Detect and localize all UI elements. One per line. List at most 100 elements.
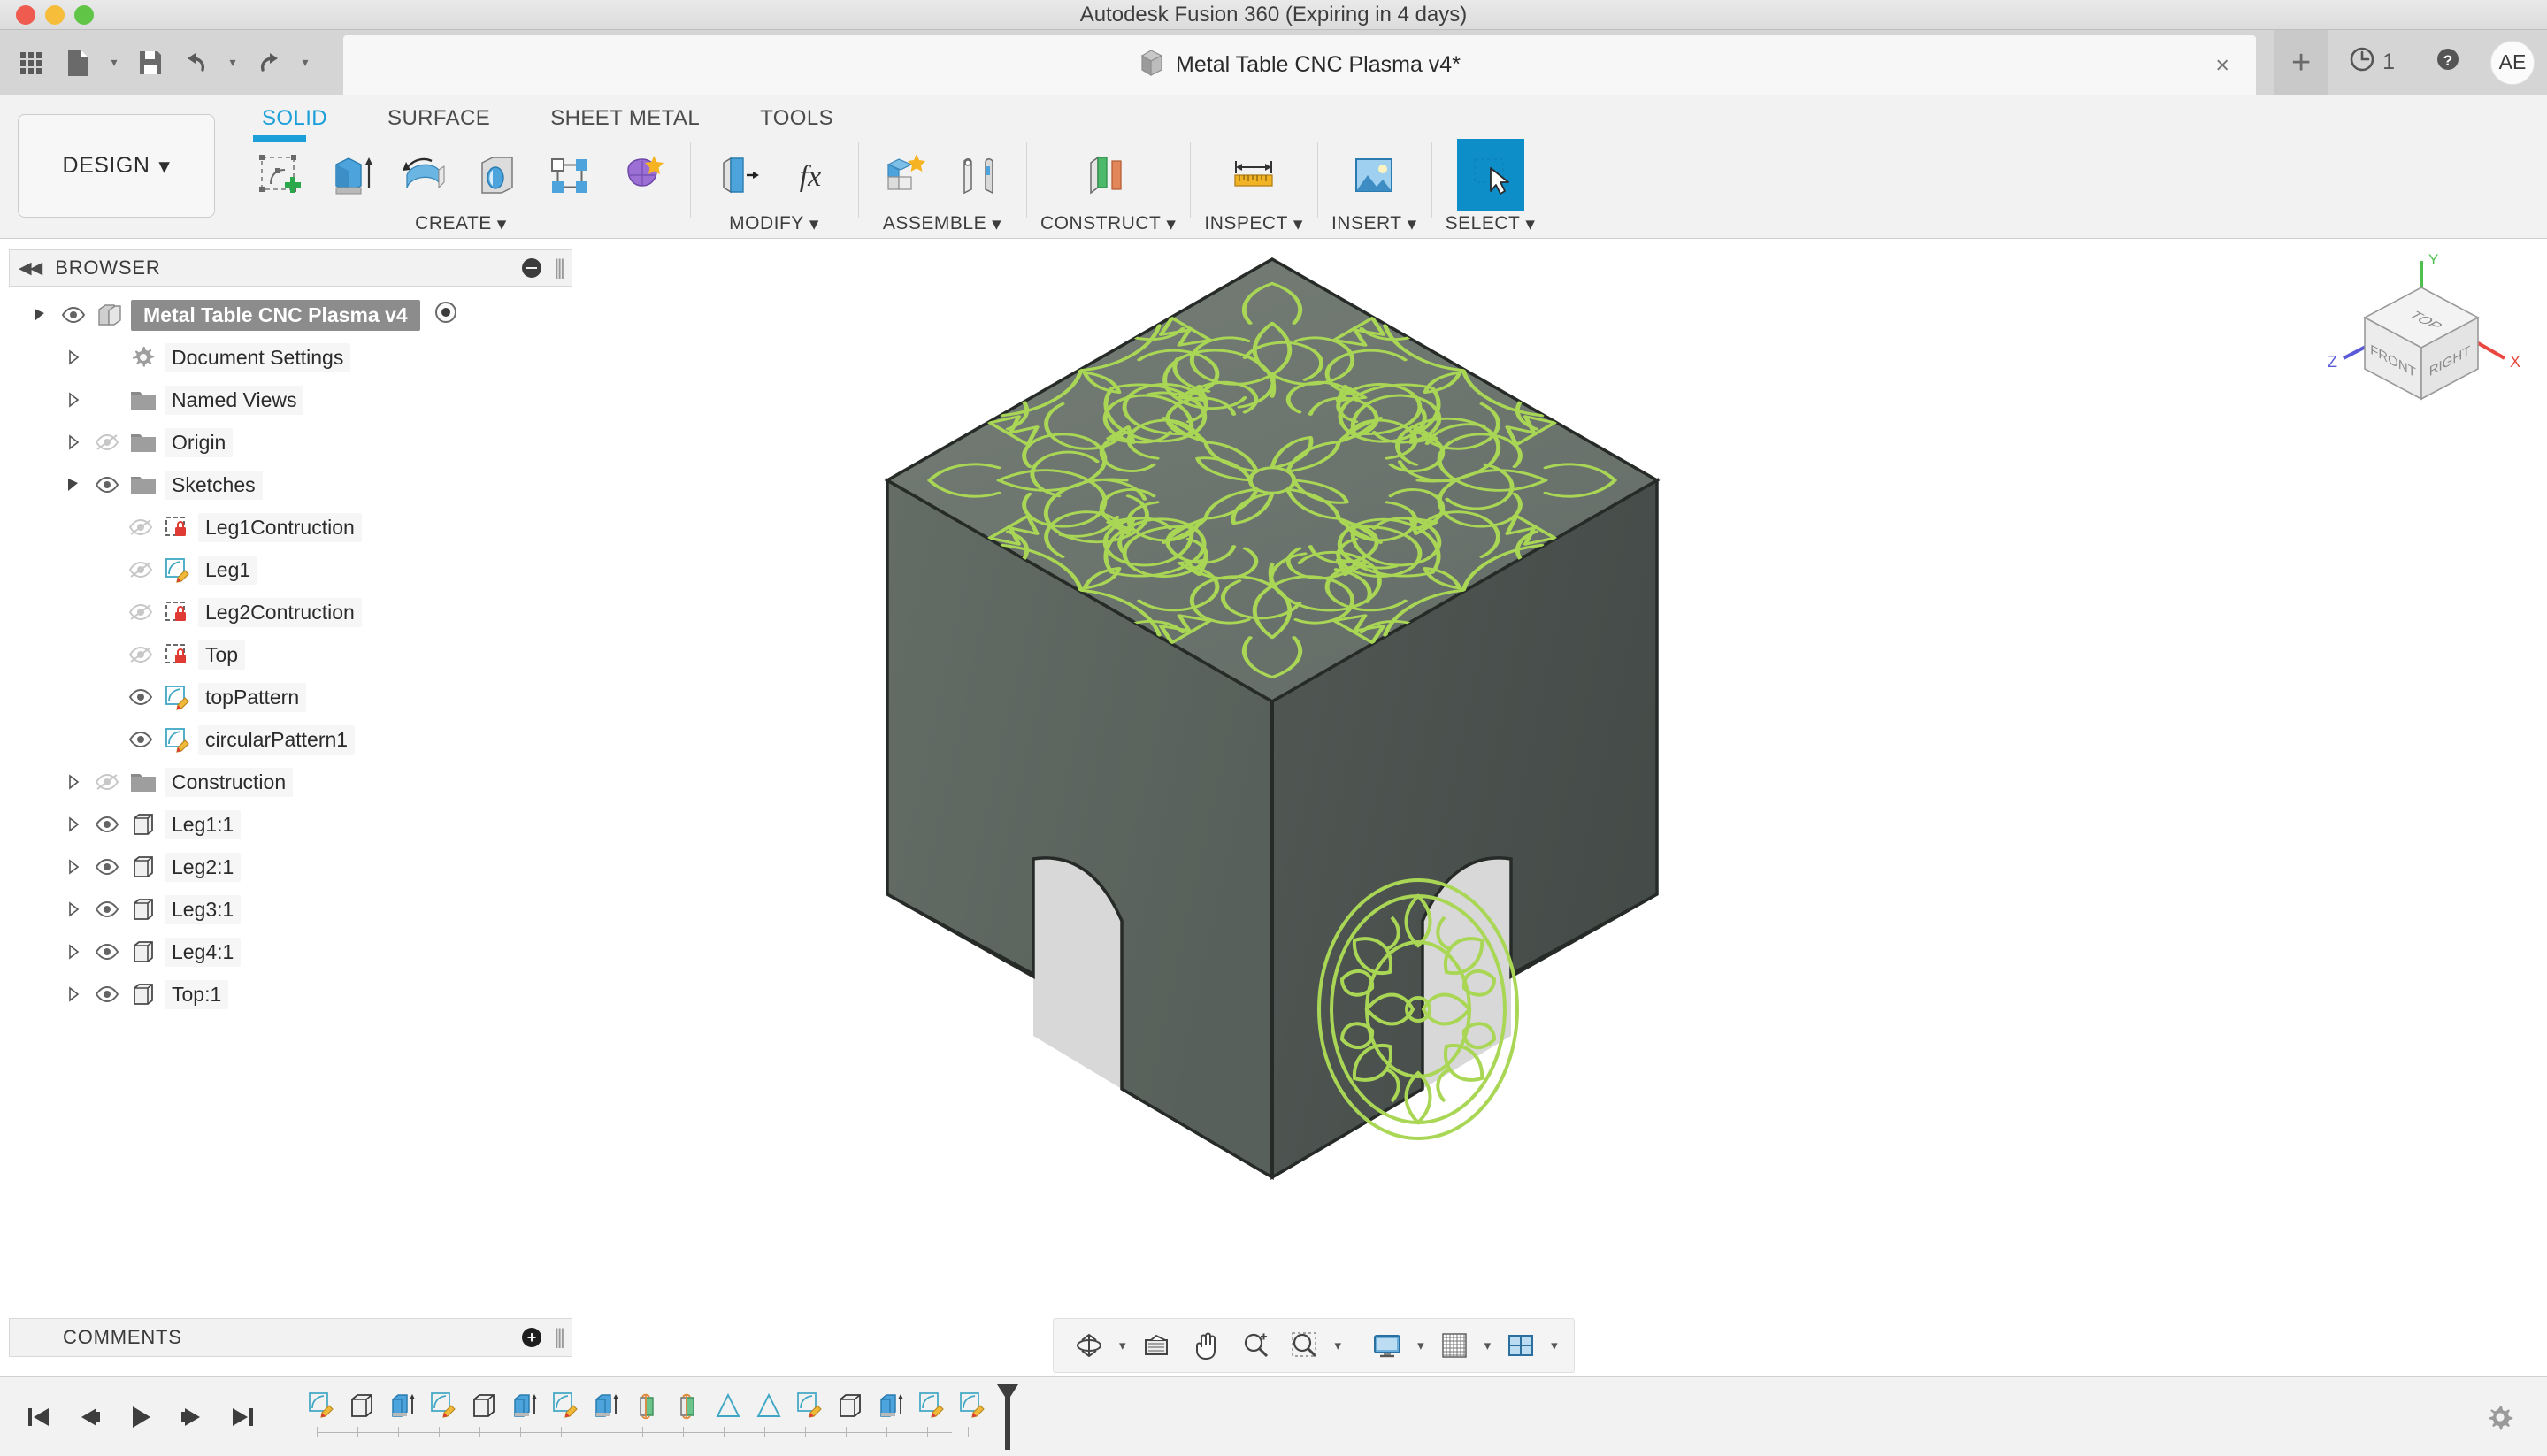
timeline-feature-11[interactable]	[708, 1383, 748, 1429]
go-to-end-button[interactable]	[225, 1397, 262, 1437]
minus-circle-icon[interactable]	[522, 258, 541, 278]
chevron-down-icon[interactable]: ▾	[1547, 1337, 1561, 1353]
timeline-feature-2[interactable]	[341, 1383, 382, 1429]
visibility-toggle-hidden[interactable]	[122, 603, 159, 621]
new-document-dropdown-icon[interactable]: ▾	[103, 40, 126, 86]
zoom-in-icon[interactable]	[1232, 1322, 1278, 1368]
grid-snaps-icon[interactable]	[1431, 1322, 1477, 1368]
tree-item-leg1[interactable]: Leg1	[9, 548, 572, 591]
timeline-track[interactable]	[317, 1431, 952, 1433]
tree-item-top[interactable]: Top	[9, 633, 572, 676]
pan-icon[interactable]	[1183, 1322, 1229, 1368]
tree-expander-closed[interactable]	[58, 816, 88, 832]
measure-button[interactable]	[1220, 139, 1287, 211]
chevron-down-icon[interactable]: ▾	[1331, 1337, 1346, 1353]
tree-expander-closed[interactable]	[58, 944, 88, 960]
tree-expander-closed[interactable]	[58, 859, 88, 875]
tree-item-sketches[interactable]: Sketches	[9, 464, 572, 506]
tree-expander-closed[interactable]	[58, 774, 88, 790]
tree-expander-closed[interactable]	[58, 349, 88, 365]
look-at-icon[interactable]	[1133, 1322, 1179, 1368]
tab-solid[interactable]: SOLID	[232, 100, 357, 137]
ribbon-group-label-select[interactable]: SELECT ▾	[1446, 211, 1536, 236]
play-button[interactable]	[122, 1397, 159, 1437]
ribbon-group-label-inspect[interactable]: INSPECT ▾	[1204, 211, 1303, 236]
tree-expander-closed[interactable]	[58, 901, 88, 917]
view-cube[interactable]: Y Z X TOP FRONT RIGHT	[2315, 249, 2528, 421]
hole-button[interactable]	[464, 139, 531, 211]
zoom-window-icon[interactable]	[1282, 1322, 1328, 1368]
step-backward-button[interactable]	[71, 1397, 108, 1437]
tree-item-named-views[interactable]: Named Views	[9, 379, 572, 421]
go-to-beginning-button[interactable]	[19, 1397, 57, 1437]
visibility-toggle-visible[interactable]	[88, 900, 126, 918]
visibility-toggle-visible[interactable]	[88, 858, 126, 876]
form-button[interactable]	[609, 139, 676, 211]
redo-icon[interactable]	[248, 40, 290, 86]
timeline-feature-12[interactable]	[748, 1383, 789, 1429]
tab-surface[interactable]: SURFACE	[357, 100, 520, 137]
tab-tools[interactable]: TOOLS	[730, 100, 863, 137]
viewports-icon[interactable]	[1498, 1322, 1544, 1368]
tree-item-leg2contruction[interactable]: Leg2Contruction	[9, 591, 572, 633]
tree-item-circularpattern1[interactable]: circularPattern1	[9, 718, 572, 761]
tree-item-leg3-1[interactable]: Leg3:1	[9, 888, 572, 931]
visibility-toggle-hidden[interactable]	[88, 433, 126, 451]
add-comment-button[interactable]: +	[522, 1328, 541, 1347]
visibility-toggle-hidden[interactable]	[122, 561, 159, 579]
tree-expander-open[interactable]	[58, 477, 88, 493]
insert-image-button[interactable]	[1340, 139, 1408, 211]
tree-item-leg1-1[interactable]: Leg1:1	[9, 803, 572, 846]
visibility-toggle-hidden[interactable]	[122, 646, 159, 663]
offset-plane-button[interactable]	[1075, 139, 1142, 211]
activate-component-radio[interactable]	[433, 299, 459, 331]
orbit-icon[interactable]	[1066, 1322, 1112, 1368]
chevron-down-icon[interactable]: ▾	[1116, 1337, 1130, 1353]
canvas-viewport[interactable]: Y Z X TOP FRONT RIGHT	[573, 240, 2547, 1368]
panel-grip-icon[interactable]: |||	[554, 256, 565, 280]
timeline-feature-3[interactable]	[382, 1383, 423, 1429]
chevron-down-icon[interactable]: ▾	[1481, 1337, 1495, 1353]
tree-expander-open[interactable]	[25, 307, 55, 323]
tree-item-origin[interactable]: Origin	[9, 421, 572, 464]
collapse-left-icon[interactable]: ◀◀	[19, 258, 42, 279]
display-settings-icon[interactable]	[1364, 1322, 1410, 1368]
ribbon-group-label-modify[interactable]: MODIFY ▾	[729, 211, 819, 236]
ribbon-group-label-insert[interactable]: INSERT ▾	[1331, 211, 1417, 236]
visibility-toggle-hidden[interactable]	[122, 518, 159, 536]
new-component-button[interactable]	[872, 139, 940, 211]
tree-item-toppattern[interactable]: topPattern	[9, 676, 572, 718]
ribbon-group-label-construct[interactable]: CONSTRUCT ▾	[1040, 211, 1176, 236]
timeline-feature-6[interactable]	[504, 1383, 545, 1429]
timeline-feature-list[interactable]	[301, 1383, 1018, 1452]
tree-item-leg1contruction[interactable]: Leg1Contruction	[9, 506, 572, 548]
job-status-button[interactable]: 1	[2328, 30, 2414, 95]
tree-expander-closed[interactable]	[58, 986, 88, 1002]
step-forward-button[interactable]	[173, 1397, 211, 1437]
visibility-toggle-visible[interactable]	[88, 985, 126, 1003]
visibility-toggle-visible[interactable]	[55, 306, 92, 324]
timeline-feature-9[interactable]	[626, 1383, 667, 1429]
visibility-toggle-visible[interactable]	[122, 688, 159, 706]
document-tab[interactable]: Metal Table CNC Plasma v4* ×	[343, 35, 2256, 95]
tab-sheet-metal[interactable]: SHEET METAL	[520, 100, 730, 137]
undo-dropdown-icon[interactable]: ▾	[221, 40, 244, 86]
tree-item-leg2-1[interactable]: Leg2:1	[9, 846, 572, 888]
panel-grip-icon[interactable]: |||	[554, 1325, 565, 1350]
joint-button[interactable]	[945, 139, 1012, 211]
model-3d-view[interactable]	[573, 240, 2547, 1368]
rectangular-pattern-button[interactable]	[536, 139, 603, 211]
app-grid-icon[interactable]	[11, 40, 53, 86]
tree-expander-closed[interactable]	[58, 392, 88, 408]
change-parameters-button[interactable]: fx	[777, 139, 844, 211]
workspace-switcher-button[interactable]: DESIGN ▾	[18, 114, 215, 218]
visibility-toggle-visible[interactable]	[88, 816, 126, 833]
save-icon[interactable]	[129, 40, 172, 86]
extrude-button[interactable]	[318, 139, 386, 211]
gear-icon[interactable]	[2480, 1397, 2520, 1437]
timeline-feature-8[interactable]	[586, 1383, 626, 1429]
visibility-toggle-visible[interactable]	[88, 476, 126, 494]
chevron-down-icon[interactable]: ▾	[1414, 1337, 1428, 1353]
new-tab-button[interactable]: +	[2274, 30, 2329, 95]
visibility-toggle-hidden[interactable]	[88, 773, 126, 791]
